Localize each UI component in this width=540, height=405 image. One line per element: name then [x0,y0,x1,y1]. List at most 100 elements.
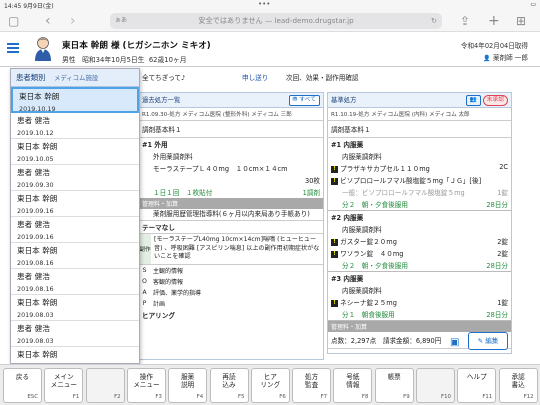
drug-qty: 30枚 [305,177,320,185]
edit-label: 編集 [485,337,499,345]
drug-row: ! ガスター錠２０mg 2錠 [328,235,511,247]
dropdown-item[interactable]: 東日本 幹朗 2019.10.05 [11,139,139,165]
dropdown-item[interactable]: 患者 健浩 2019.08.16 [11,269,139,295]
dropdown-list: 東日本 幹朗 2019.10.19 患者 健浩 2019.10.12 東日本 幹朗 201… [11,87,139,363]
drug-row: ! ネシーナ錠２５mg 1錠 [328,296,511,308]
handover-link[interactable]: 申し送り [242,72,268,82]
fkey-f1-button[interactable]: メイン メニュー F1 [44,368,84,403]
dropdown-item[interactable]: 東日本 幹朗 2019.09.16 [11,191,139,217]
item-name: 患者 健浩 [17,168,50,177]
rx-category: 内服薬調剤料 [342,287,382,295]
usage-row: 分２ 朝・夕食後服用 28日分 [328,259,511,272]
dropdown-item[interactable]: 患者 健浩 2019.09.30 [11,165,139,191]
fkey-code: F5 [237,394,245,400]
soap-row: P 計画 [139,298,323,309]
url-text: 安全ではありません — lead-demo.drugstar.jp [198,16,354,25]
soap-key: P [142,299,147,307]
drug-row: ! ワソラン錠 ４０mg 2錠 [328,247,511,259]
item-date: 2019.08.16 [17,285,54,293]
patient-name: 東日本 幹朗 様 (ヒガシニホン ミキオ) [62,41,211,51]
rp-list: #1 内服薬 内服薬調剤料! プラザキサカプセル１１０mg 2C! ビソプロロールフ… [328,138,511,321]
patient-category-dropdown: 患者類別 メディコム施設 東日本 幹朗 2019.10.19 患者 健浩 2019.1… [10,68,140,364]
fkey-label: ヒア リング [260,373,281,389]
drug-qty: 2錠 [497,238,508,246]
theme-label: テーマなし [139,220,323,233]
fkey-f6-button[interactable]: ヒア リング F6 [250,368,290,403]
item-date: 2019.08.16 [17,259,54,267]
panel-header: 過去処方一覧 ⛃ すべて [139,93,323,108]
drug-name: ネシーナ錠２５mg [340,299,397,307]
usage-amount: 1調剤 [302,189,320,197]
item-name: 東日本 幹朗 [17,298,58,307]
share-icon[interactable]: ⇪ [460,13,470,29]
rp-heading: #1 外用 [142,141,168,149]
filter-all-button[interactable]: ⛃ すべて [288,95,320,106]
drug-name: ガスター錠２０mg [340,238,397,246]
soap-key: O [142,277,147,285]
sidebar-toggle-icon[interactable]: ▢ [8,13,19,29]
item-date: 2019.08.03 [17,337,54,345]
edit-button[interactable]: ✎ 編集 [468,332,508,350]
fkey-f12-button[interactable]: 承認 書込 F12 [498,368,538,403]
dropdown-item[interactable]: 患者 健浩 2019.09.16 [11,217,139,243]
item-name: 患者 健浩 [17,324,50,333]
item-date: 2019.09.16 [17,233,54,241]
warning-icon: ! [331,177,338,185]
panel-title: 基準処方 [331,96,357,104]
avatar-icon [35,37,51,61]
item-date: 2019.09.30 [17,181,54,189]
back-icon[interactable]: ‹ [45,13,51,29]
fkey-f11-button[interactable]: ヘルプ F11 [457,368,497,403]
dropdown-item[interactable]: 東日本 幹朗 2019.10.19 [11,87,139,113]
fkey-f8-button[interactable]: 号紙 情報 F8 [333,368,373,403]
dropdown-item[interactable]: 患者 健浩 2019.10.12 [11,113,139,139]
panel-title: 過去処方一覧 [142,96,181,104]
fkey-f4-button[interactable]: 服薬 説明 F4 [168,368,208,403]
drug-qty: 1錠 [497,189,508,197]
dropdown-item[interactable]: 東日本 幹朗 2019.08.16 [11,243,139,269]
fkey-f3-button[interactable]: 操作 メニュー F3 [126,368,166,403]
soap-value: 評価、薬学的指導 [153,289,202,297]
camera-icon[interactable]: ▣ [450,337,459,348]
item-name: 東日本 幹朗 [19,92,60,101]
fkey-esc-button[interactable]: 戻る ESC [3,368,42,403]
fkey-code: F7 [320,394,328,400]
dropdown-header: 患者類別 メディコム施設 [11,69,139,87]
soap-row: A 評価、薬学的指導 [139,287,323,298]
soap-key: S [142,266,147,274]
drug-qty: 2C [499,163,508,171]
item-date: 2019.10.12 [17,129,54,137]
patient-birth: 昭和34年10月5日生 [82,56,145,64]
drug-row: 一般：ビソプロロールフマル酸塩錠５mg 1錠 [328,186,511,198]
item-name: 患者 健浩 [17,220,50,229]
soap-row: O 客観的情報 [139,276,323,287]
fkey-f9-button[interactable]: 帳票 F9 [374,368,414,403]
usage-text: 分１ 朝食後服用 [342,311,395,319]
dropdown-item[interactable]: 患者 健浩 2019.08.03 [11,321,139,347]
item-name: 東日本 幹朗 [17,246,58,255]
fkey-label: 処方 監査 [305,373,319,389]
pharmacist-name: 薬剤師 一郎 [492,54,528,62]
forward-icon[interactable]: › [70,13,76,29]
reload-icon[interactable]: ↻ [431,13,437,29]
people-icon[interactable]: 👥 [465,95,481,106]
fkey-f7-button[interactable]: 処方 監査 F7 [292,368,332,403]
dropdown-item[interactable]: 東日本 幹朗2019.07.27 [11,347,139,363]
fkey-code: F11 [482,394,493,400]
tab-dots[interactable]: ••• [258,0,270,8]
fkey-f5-button[interactable]: 再読 込み F5 [209,368,249,403]
usage-row: 分１ 朝食後服用 28日分 [328,308,511,321]
status-bar: 14:45 9月9日(金) ••• ▭ [0,0,540,10]
fkey-label: 号紙 情報 [346,373,360,389]
new-tab-icon[interactable]: + [488,13,500,29]
fkey-code: ESC [27,394,38,400]
tabs-icon[interactable]: ⊞ [516,13,526,29]
menu-icon[interactable] [7,43,19,55]
rx-source: R1.10.19-処方 メディコム医院 (内科) メディコム 太郎 [331,112,470,118]
drug-qty: 2錠 [497,250,508,258]
soap-value: 客観的情報 [153,278,184,286]
address-bar[interactable]: ぁあ 安全ではありません — lead-demo.drugstar.jp ↻ [110,13,442,29]
fkey-code: F6 [279,394,286,400]
item-name: 患者 健浩 [17,116,50,125]
dropdown-item[interactable]: 東日本 幹朗 2019.08.03 [11,295,139,321]
